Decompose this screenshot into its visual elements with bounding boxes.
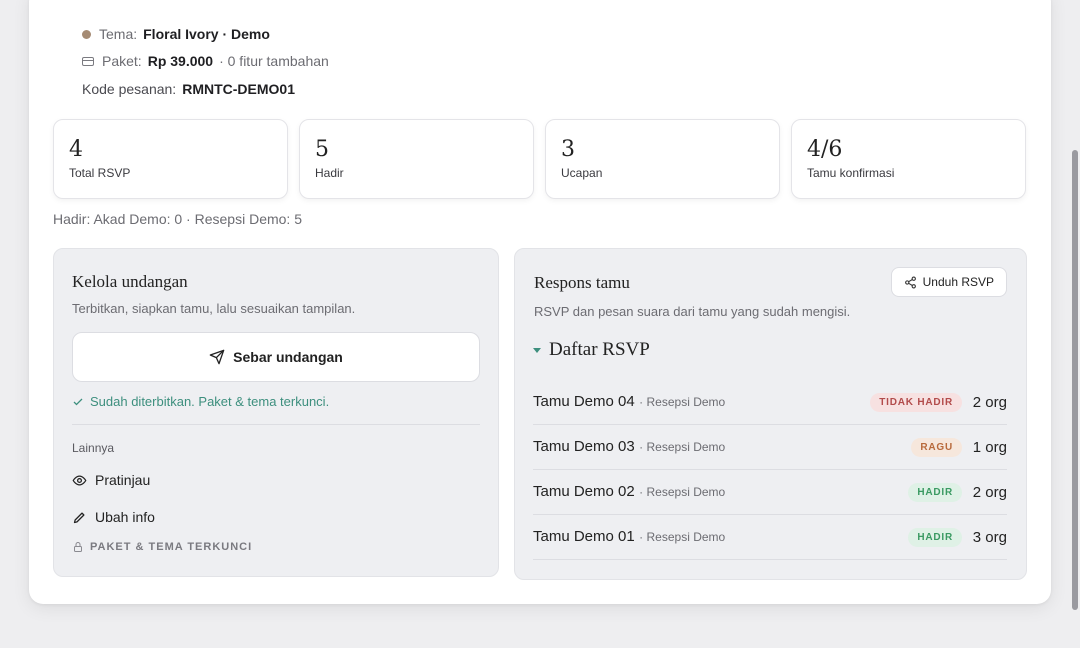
guest-name: Tamu Demo 04 <box>533 393 635 410</box>
order-code-row: Kode pesanan: RMNTC-DEMO01 <box>82 81 295 97</box>
edit-info-link[interactable]: Ubah info <box>72 509 155 525</box>
caret-down-icon <box>533 347 541 353</box>
rsvp-row: Tamu Demo 02 · Resepsi Demo HADIR 2 org <box>533 470 1007 515</box>
order-code-value: RMNTC-DEMO01 <box>182 81 295 97</box>
guest-info: Tamu Demo 02 · Resepsi Demo <box>533 483 725 501</box>
send-invitation-label: Sebar undangan <box>233 349 343 365</box>
guest-count: 2 org <box>972 483 1007 501</box>
published-status: Sudah diterbitkan. Paket & tema terkunci… <box>72 394 329 409</box>
stat-value: 4/6 <box>807 137 843 162</box>
package-extra: · 0 fitur tambahan <box>219 53 329 69</box>
guest-status: RAGU 1 org <box>911 437 1007 457</box>
edit-info-label: Ubah info <box>95 509 155 525</box>
rsvp-row: Tamu Demo 01 · Resepsi Demo HADIR 3 org <box>533 515 1007 560</box>
download-rsvp-button[interactable]: Unduh RSVP <box>890 267 1007 297</box>
download-rsvp-label: Unduh RSVP <box>922 275 994 289</box>
status-badge: RAGU <box>911 437 962 457</box>
guest-info: Tamu Demo 04 · Resepsi Demo <box>533 393 725 411</box>
package-value: Rp 39.000 <box>147 53 214 69</box>
responses-subtitle: RSVP dan pesan suara dari tamu yang suda… <box>534 304 851 319</box>
guest-info: Tamu Demo 01 · Resepsi Demo <box>533 528 725 546</box>
stat-label: Hadir <box>315 166 344 180</box>
rsvp-list-toggle[interactable]: Daftar RSVP <box>533 339 650 361</box>
status-badge: HADIR <box>908 527 962 547</box>
rsvp-row: Tamu Demo 04 · Resepsi Demo TIDAK HADIR … <box>533 380 1007 425</box>
guest-status: TIDAK HADIR 2 org <box>870 392 1007 412</box>
stat-total-rsvp: 4 Total RSVP <box>53 119 288 199</box>
guest-event: · Resepsi Demo <box>639 440 726 454</box>
stats-row: 4 Total RSVP 5 Hadir 3 Ucapan 4/6 Tamu k… <box>53 119 1026 199</box>
locked-notice: PAKET & TEMA TERKUNCI <box>72 541 252 553</box>
guest-event: · Resepsi Demo <box>639 530 726 544</box>
order-code-label: Kode pesanan: <box>82 81 177 97</box>
stat-label: Ucapan <box>561 166 603 180</box>
theme-row: Tema: Floral Ivory · Demo <box>82 26 270 42</box>
divider <box>72 424 480 425</box>
lock-icon <box>72 541 84 553</box>
guest-event: · Resepsi Demo <box>639 395 726 409</box>
check-icon <box>72 396 84 408</box>
stat-tamu-konfirmasi: 4/6 Tamu konfirmasi <box>791 119 1026 199</box>
eye-icon <box>72 473 87 488</box>
guest-count: 1 org <box>972 438 1007 456</box>
guest-name: Tamu Demo 01 <box>533 528 635 545</box>
rsvp-list-title: Daftar RSVP <box>549 339 650 360</box>
package-row: Paket: Rp 39.000 · 0 fitur tambahan <box>82 53 329 69</box>
guest-count: 3 org <box>972 528 1007 546</box>
manage-title: Kelola undangan <box>72 272 188 291</box>
other-section-label: Lainnya <box>72 441 115 455</box>
status-badge: HADIR <box>908 482 962 502</box>
rsvp-list: Tamu Demo 04 · Resepsi Demo TIDAK HADIR … <box>533 380 1007 560</box>
stat-ucapan: 3 Ucapan <box>545 119 780 199</box>
attendance-summary: Hadir: Akad Demo: 0 · Resepsi Demo: 5 <box>53 211 302 227</box>
manage-panel: Kelola undangan Terbitkan, siapkan tamu,… <box>53 248 499 577</box>
preview-label: Pratinjau <box>95 472 151 488</box>
rsvp-row: Tamu Demo 03 · Resepsi Demo RAGU 1 org <box>533 425 1007 470</box>
guest-status: HADIR 3 org <box>908 527 1007 547</box>
pencil-icon <box>72 510 87 525</box>
theme-value: Floral Ivory · Demo <box>143 26 270 42</box>
package-label: Paket: <box>102 53 142 69</box>
theme-color-dot <box>82 29 91 39</box>
locked-label: PAKET & TEMA TERKUNCI <box>90 541 253 553</box>
scrollbar[interactable] <box>1070 0 1080 648</box>
published-text: Sudah diterbitkan. Paket & tema terkunci… <box>90 394 330 409</box>
responses-title: Respons tamu <box>534 273 630 292</box>
guest-count: 2 org <box>972 393 1007 411</box>
stat-value: 3 <box>561 137 575 162</box>
stat-hadir: 5 Hadir <box>299 119 534 199</box>
guest-name: Tamu Demo 02 <box>533 483 635 500</box>
preview-link[interactable]: Pratinjau <box>72 472 150 488</box>
guest-name: Tamu Demo 03 <box>533 438 635 455</box>
guest-status: HADIR 2 org <box>908 482 1007 502</box>
stat-label: Total RSVP <box>69 166 131 180</box>
guest-event: · Resepsi Demo <box>639 485 726 499</box>
stat-value: 4 <box>69 137 83 162</box>
responses-panel: Respons tamu RSVP dan pesan suara dari t… <box>514 248 1027 580</box>
stat-label: Tamu konfirmasi <box>807 166 895 180</box>
guest-info: Tamu Demo 03 · Resepsi Demo <box>533 438 725 456</box>
theme-label: Tema: <box>99 26 138 42</box>
credit-card-icon <box>82 56 94 66</box>
scrollbar-thumb[interactable] <box>1072 150 1078 610</box>
send-icon <box>209 349 225 365</box>
share-icon <box>904 276 917 289</box>
stat-value: 5 <box>315 137 329 162</box>
status-badge: TIDAK HADIR <box>870 392 962 412</box>
send-invitation-button[interactable]: Sebar undangan <box>72 332 480 382</box>
manage-subtitle: Terbitkan, siapkan tamu, lalu sesuaikan … <box>72 301 356 316</box>
